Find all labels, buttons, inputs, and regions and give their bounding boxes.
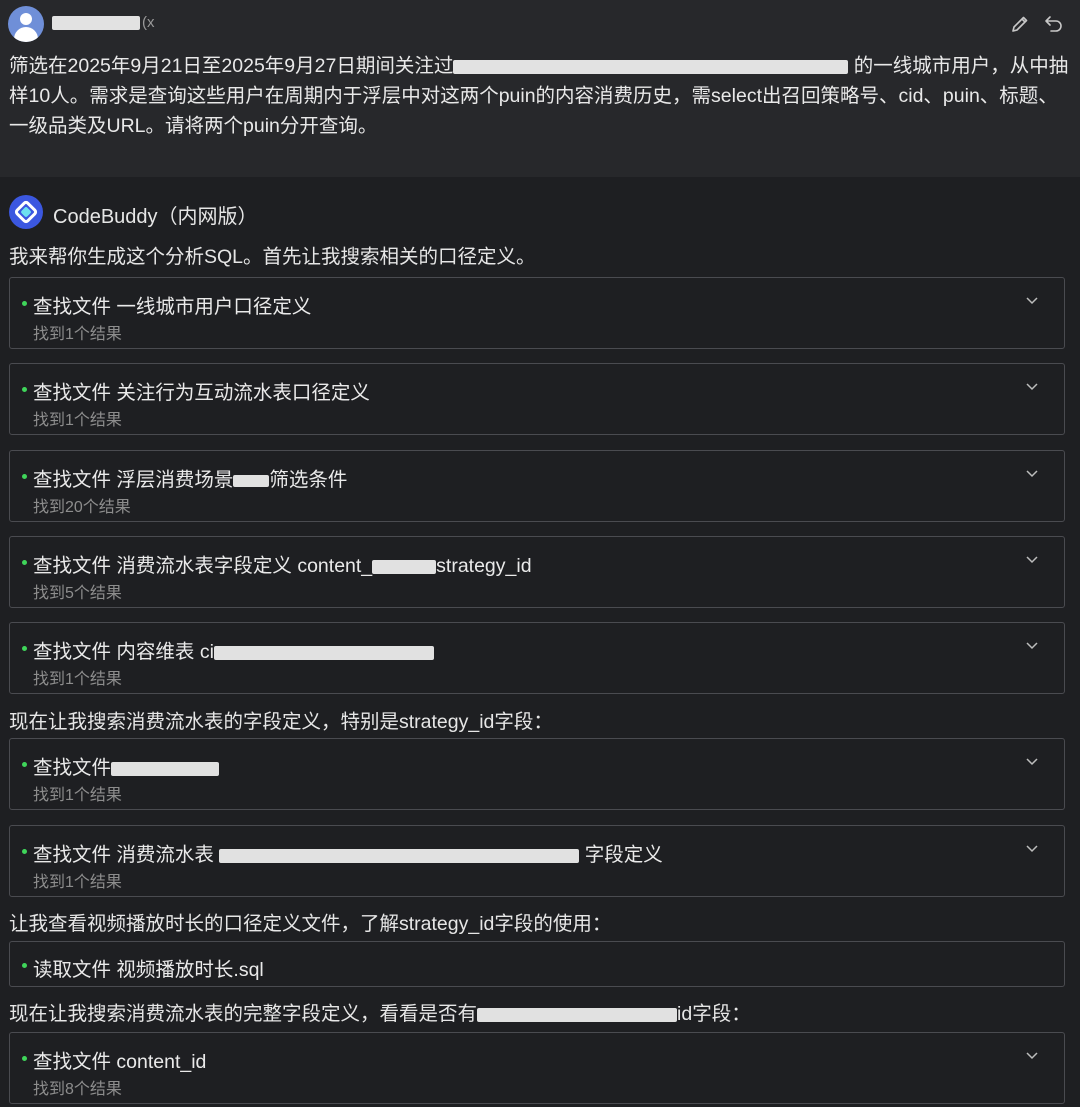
- tool-card-title: 读取文件 视频播放时长.sql: [33, 959, 264, 981]
- redacted-ids: [453, 59, 849, 74]
- redacted-text: [372, 559, 437, 574]
- redacted-username: [52, 15, 140, 30]
- status-dot: [22, 301, 27, 306]
- tool-card-title: 查找文件 content_id: [33, 1051, 207, 1073]
- chevron-down-icon[interactable]: [1024, 551, 1040, 567]
- tool-card-search[interactable]: 查找文件 内容维表 ci 找到1个结果: [9, 622, 1065, 694]
- chevron-down-icon[interactable]: [1024, 753, 1040, 769]
- tool-card-title: 查找文件 内容维表 ci: [33, 635, 434, 664]
- user-avatar-icon: [8, 6, 44, 42]
- edit-icon[interactable]: [1008, 12, 1032, 36]
- assistant-name: CodeBuddy（内网版）: [53, 206, 258, 228]
- tool-card-search[interactable]: 查找文件 一线城市用户口径定义 找到1个结果: [9, 277, 1065, 349]
- tool-card-title: 查找文件 关注行为互动流水表口径定义: [33, 382, 370, 404]
- tool-card-result: 找到1个结果: [33, 874, 122, 891]
- tool-card-title: 查找文件 消费流水表 字段定义: [33, 844, 663, 866]
- tool-card-result: 找到8个结果: [33, 1081, 122, 1098]
- redacted-text: [477, 1007, 678, 1022]
- chevron-down-icon[interactable]: [1024, 1047, 1040, 1063]
- redacted-text: [111, 761, 220, 776]
- status-dot: [22, 762, 27, 767]
- status-dot: [22, 1056, 27, 1061]
- assistant-intro: 我来帮你生成这个分析SQL。首先让我搜索相关的口径定义。: [9, 246, 536, 268]
- status-dot: [22, 849, 27, 854]
- status-dot: [22, 560, 27, 565]
- redacted-text: [233, 474, 270, 487]
- tool-card-title: 查找文件: [33, 751, 220, 780]
- tool-card-search[interactable]: 查找文件 浮层消费场景 筛选条件 找到20个结果: [9, 450, 1065, 522]
- tool-card-result: 找到5个结果: [33, 585, 122, 602]
- tool-card-search[interactable]: 查找文件 关注行为互动流水表口径定义 找到1个结果: [9, 363, 1065, 435]
- tool-card-result: 找到1个结果: [33, 326, 122, 343]
- user-message-text: 筛选在2025年9月21日至2025年9月27日期间关注过 的一线城市用户，从中…: [9, 55, 1069, 137]
- chevron-down-icon[interactable]: [1024, 292, 1040, 308]
- status-dot: [22, 646, 27, 651]
- assistant-message: 让我查看视频播放时长的口径定义文件，了解strategy_id字段的使用：: [9, 913, 612, 935]
- tool-card-title: 查找文件 浮层消费场景 筛选条件: [33, 469, 348, 491]
- chevron-down-icon[interactable]: [1024, 637, 1040, 653]
- chevron-down-icon[interactable]: [1024, 378, 1040, 394]
- redacted-text: [219, 848, 580, 863]
- tool-card-result: 找到1个结果: [33, 787, 122, 804]
- chevron-down-icon[interactable]: [1024, 465, 1040, 481]
- codebuddy-logo-icon: [9, 195, 43, 229]
- tool-card-read-file[interactable]: 读取文件 视频播放时长.sql: [9, 941, 1065, 987]
- tool-card-result: 找到1个结果: [33, 671, 122, 688]
- undo-icon[interactable]: [1042, 12, 1066, 36]
- status-dot: [22, 963, 27, 968]
- user-message: (x 筛选在2025年9月21日至2025年9月27日期间关注过 的一线城市用户…: [0, 0, 1080, 177]
- tool-card-title: 查找文件 一线城市用户口径定义: [33, 296, 312, 318]
- status-dot: [22, 474, 27, 479]
- user-name: (x: [52, 14, 155, 31]
- tool-card-title: 查找文件 消费流水表字段定义 content_ strategy_id: [33, 555, 532, 577]
- assistant-message: 现在让我搜索消费流水表的字段定义，特别是strategy_id字段：: [9, 711, 553, 733]
- tool-card-search[interactable]: 查找文件 消费流水表 字段定义 找到1个结果: [9, 825, 1065, 897]
- chevron-down-icon[interactable]: [1024, 840, 1040, 856]
- status-dot: [22, 387, 27, 392]
- redacted-text: [213, 645, 434, 660]
- tool-card-result: 找到20个结果: [33, 499, 131, 516]
- tool-card-search[interactable]: 查找文件 消费流水表字段定义 content_ strategy_id 找到5个结…: [9, 536, 1065, 608]
- tool-card-search[interactable]: 查找文件 找到1个结果: [9, 738, 1065, 810]
- assistant-message: 现在让我搜索消费流水表的完整字段定义，看看是否有 id字段：: [9, 1003, 751, 1025]
- tool-card-search[interactable]: 查找文件 content_id 找到8个结果: [9, 1032, 1065, 1104]
- tool-card-result: 找到1个结果: [33, 412, 122, 429]
